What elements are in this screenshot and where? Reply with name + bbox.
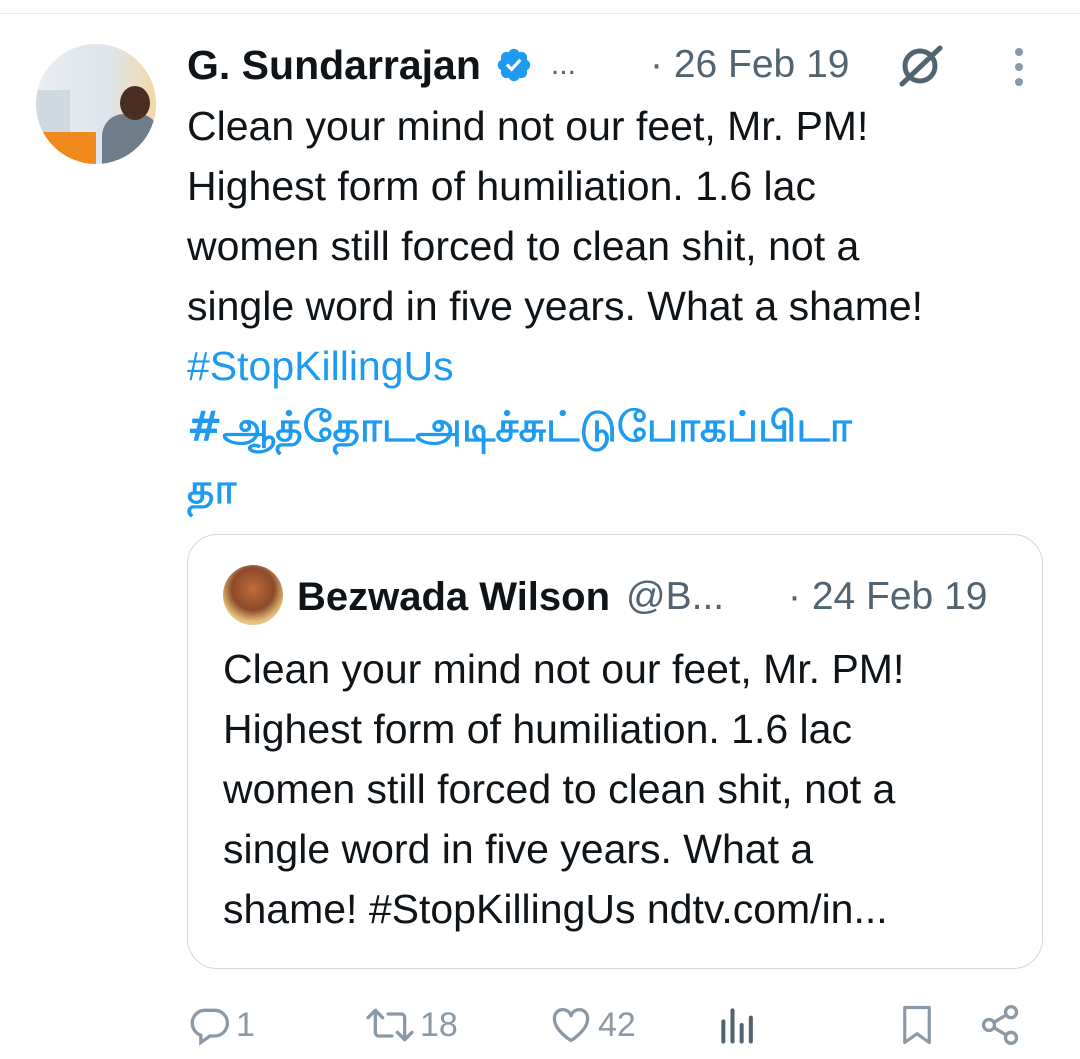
more-options-icon[interactable] [1010, 47, 1028, 92]
author-avatar[interactable] [36, 44, 156, 164]
quoted-text-line: women still forced to clean shit, not a [223, 766, 896, 812]
avatar-background [36, 90, 70, 134]
tweet-text-line: single word in five years. What a shame! [187, 283, 924, 329]
top-divider [0, 13, 1080, 14]
avatar-person [102, 114, 156, 164]
quoted-tweet-timestamp[interactable]: · 24 Feb 19 [788, 573, 987, 621]
repost-icon [366, 1008, 414, 1042]
like-button[interactable]: 42 [548, 995, 636, 1055]
like-count: 42 [598, 1005, 636, 1044]
quoted-text-line-with-link: shame! #StopKillingUs ndtv.com/in... [223, 886, 888, 932]
reply-count: 1 [236, 1005, 255, 1044]
repost-count: 18 [420, 1005, 458, 1044]
repost-button[interactable]: 18 [364, 995, 458, 1055]
views-button[interactable] [716, 995, 760, 1055]
tweet-text-line: Highest form of humiliation. 1.6 lac [187, 163, 816, 209]
analytics-icon [721, 1008, 753, 1044]
bookmark-icon [903, 1005, 931, 1045]
tweet-text: Clean your mind not our feet, Mr. PM! Hi… [187, 96, 1047, 520]
hashtag-link-tamil[interactable]: #ஆத்தோடஅடிச்சுட்டுபோகப்பிடா [187, 396, 1047, 458]
verified-badge-icon [495, 46, 533, 84]
reply-icon [190, 1008, 230, 1046]
quoted-text-line: single word in five years. What a [223, 826, 814, 872]
action-bar: 1 18 42 [0, 995, 1080, 1055]
quoted-author-handle[interactable]: @B... [626, 575, 724, 619]
tweet-text-line: women still forced to clean shit, not a [187, 223, 860, 269]
author-name[interactable]: G. Sundarrajan [187, 42, 481, 89]
quoted-author-avatar[interactable] [223, 565, 283, 625]
bookmark-button[interactable] [896, 995, 938, 1055]
quoted-author-name[interactable]: Bezwada Wilson [297, 575, 610, 620]
avatar-background-accent [36, 132, 96, 164]
quoted-text-line: Clean your mind not our feet, Mr. PM! [223, 646, 905, 692]
tweet-text-line: Clean your mind not our feet, Mr. PM! [187, 103, 869, 149]
hashtag-link-tamil-continued[interactable]: தா [187, 458, 1047, 520]
reply-button[interactable]: 1 [188, 995, 255, 1055]
author-handle[interactable]: ... [551, 48, 576, 82]
heart-icon [552, 1007, 590, 1043]
share-icon [981, 1005, 1019, 1045]
share-button[interactable] [978, 995, 1022, 1055]
quoted-tweet-header: Bezwada Wilson @B... [297, 573, 724, 621]
quoted-tweet-card[interactable]: Bezwada Wilson @B... · 24 Feb 19 Clean y… [187, 534, 1043, 969]
avatar-person-head [120, 86, 150, 120]
tweet-timestamp[interactable]: · 26 Feb 19 [650, 40, 849, 90]
tweet-header: G. Sundarrajan ... [187, 40, 576, 90]
quoted-text-line: Highest form of humiliation. 1.6 lac [223, 706, 852, 752]
quoted-tweet-text: Clean your mind not our feet, Mr. PM! Hi… [223, 639, 1023, 939]
grok-icon[interactable] [896, 44, 944, 93]
hashtag-link[interactable]: #StopKillingUs [187, 336, 1047, 396]
